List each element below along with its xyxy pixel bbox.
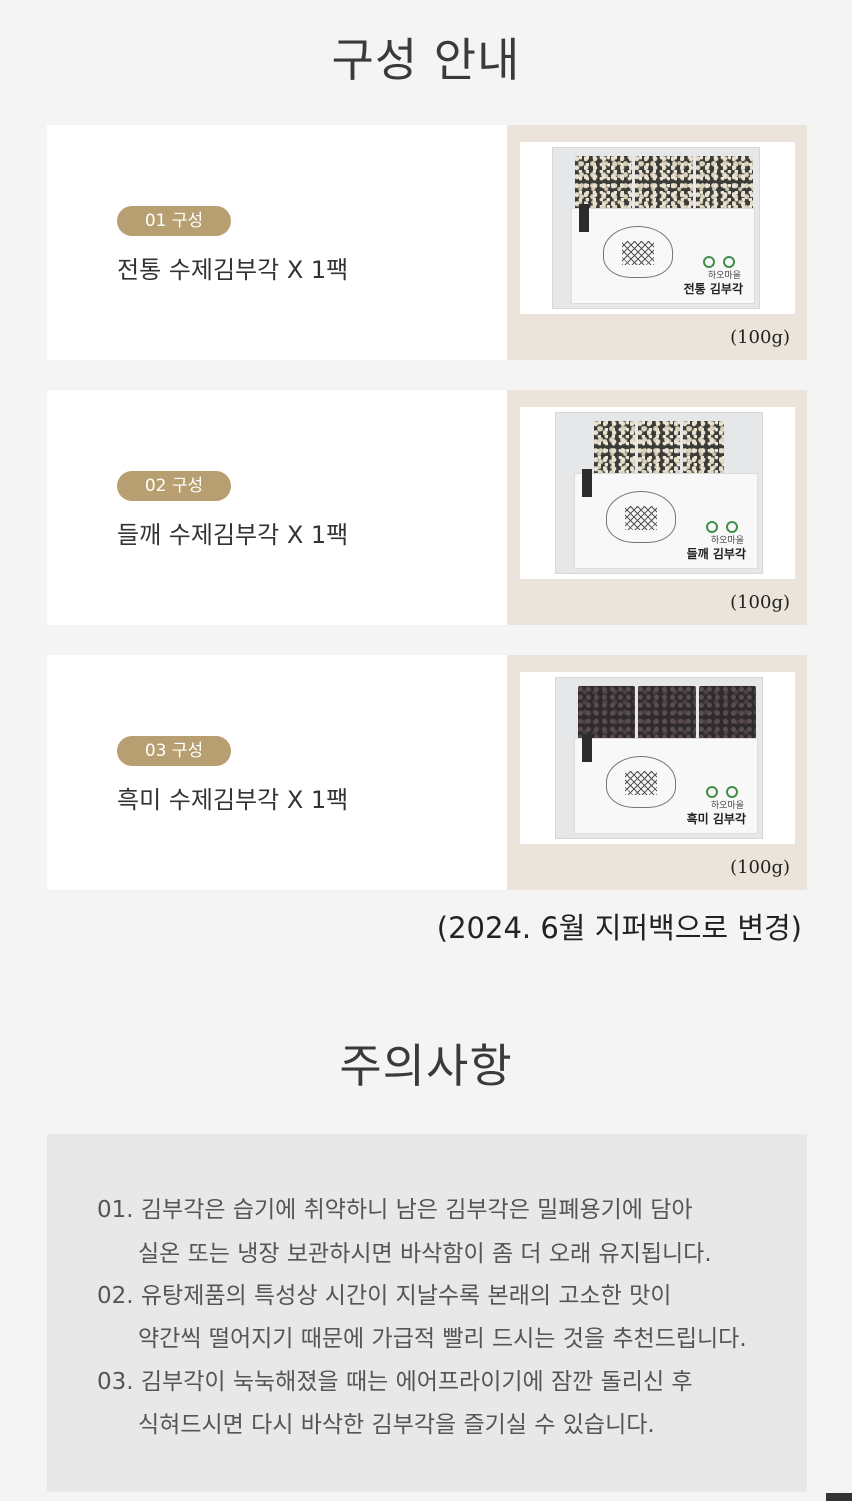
composition-card-text: 03 구성 흑미 수제김부각 X 1팩 (47, 655, 507, 890)
caution-line: 03. 김부각이 눅눅해졌을 때는 에어프라이기에 잠깐 돌리신 후 (97, 1369, 693, 1395)
composition-card-text: 01 구성 전통 수제김부각 X 1팩 (47, 125, 507, 360)
product-weight: (100g) (730, 592, 790, 613)
composition-item-name: 들깨 수제김부각 X 1팩 (117, 521, 349, 549)
composition-card-text: 02 구성 들깨 수제김부각 X 1팩 (47, 390, 507, 625)
product-package-image: 하오마을 전통 김부각 (552, 147, 760, 309)
package-change-note: (2024. 6월 지퍼백으로 변경) (436, 911, 802, 945)
scroll-corner-marker (826, 1493, 852, 1501)
composition-item-name: 전통 수제김부각 X 1팩 (117, 256, 349, 284)
composition-item-name: 흑미 수제김부각 X 1팩 (117, 786, 349, 814)
composition-card-2: 02 구성 들깨 수제김부각 X 1팩 하오마을 들깨 김부각 (100g) (47, 390, 807, 625)
product-photo: 하오마을 전통 김부각 (520, 142, 795, 314)
composition-badge: 03 구성 (117, 736, 231, 766)
caution-title: 주의사항 (339, 1039, 513, 1093)
vegan-logo-icon (723, 256, 735, 268)
caution-box: 01. 김부각은 습기에 취약하니 남은 김부각은 밀폐용기에 담아 실온 또는… (47, 1134, 807, 1492)
composition-badge: 01 구성 (117, 206, 231, 236)
package-product-name: 전통 김부각 (683, 282, 743, 296)
product-weight: (100g) (730, 327, 790, 348)
product-package-image: 하오마을 들깨 김부각 (555, 412, 763, 574)
organic-logo-icon (706, 521, 718, 533)
vegan-logo-icon (726, 786, 738, 798)
product-photo: 하오마을 흑미 김부각 (520, 672, 795, 844)
composition-badge: 02 구성 (117, 471, 231, 501)
caution-line: 식혀드시면 다시 바삭한 김부각을 즐기실 수 있습니다. (138, 1412, 655, 1438)
caution-line: 01. 김부각은 습기에 취약하니 남은 김부각은 밀폐용기에 담아 (97, 1197, 693, 1223)
caution-line: 02. 유탕제품의 특성상 시간이 지날수록 본래의 고소한 맛이 (97, 1283, 672, 1309)
product-photo: 하오마을 들깨 김부각 (520, 407, 795, 579)
composition-card-1: 01 구성 전통 수제김부각 X 1팩 하오마을 전통 김부각 (100g) (47, 125, 807, 360)
product-package-image: 하오마을 흑미 김부각 (555, 677, 763, 839)
house-illustration-icon (606, 756, 676, 808)
package-product-name: 들깨 김부각 (686, 547, 746, 561)
composition-card-3: 03 구성 흑미 수제김부각 X 1팩 하오마을 흑미 김부각 (100g) (47, 655, 807, 890)
organic-logo-icon (706, 786, 718, 798)
caution-line: 실온 또는 냉장 보관하시면 바삭함이 좀 더 오래 유지됩니다. (138, 1241, 712, 1267)
product-weight: (100g) (730, 857, 790, 878)
vegan-logo-icon (726, 521, 738, 533)
house-illustration-icon (606, 491, 676, 543)
product-photo-panel: 하오마을 전통 김부각 (100g) (507, 125, 807, 360)
package-product-name: 흑미 김부각 (686, 812, 746, 826)
caution-line: 약간씩 떨어지기 때문에 가급적 빨리 드시는 것을 추천드립니다. (138, 1326, 747, 1352)
organic-logo-icon (703, 256, 715, 268)
house-illustration-icon (603, 226, 673, 278)
product-photo-panel: 하오마을 들깨 김부각 (100g) (507, 390, 807, 625)
product-photo-panel: 하오마을 흑미 김부각 (100g) (507, 655, 807, 890)
composition-title: 구성 안내 (331, 33, 521, 87)
